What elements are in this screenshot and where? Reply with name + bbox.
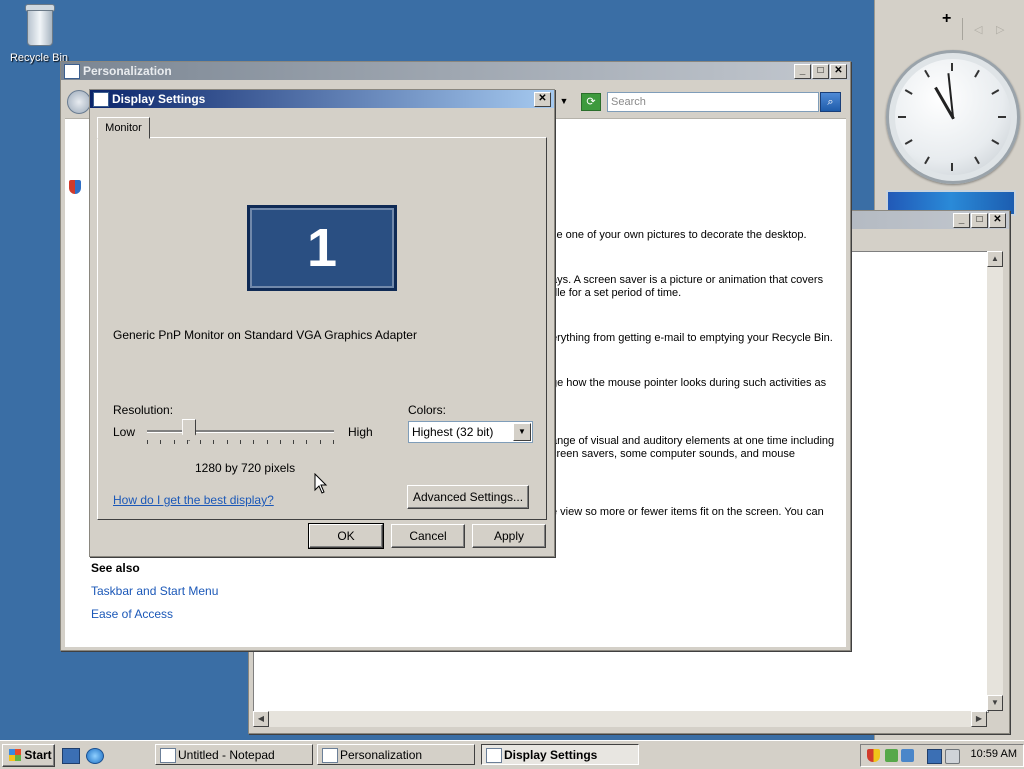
- see-also-heading: See also: [91, 561, 140, 575]
- scroll-down-arrow[interactable]: ▼: [987, 695, 1003, 711]
- minimize-button[interactable]: _: [953, 213, 970, 228]
- colors-dropdown[interactable]: Highest (32 bit) ▼: [408, 421, 533, 443]
- desktop-background-description: se one of your own pictures to decorate …: [551, 229, 807, 241]
- minimize-button[interactable]: _: [794, 64, 811, 79]
- display-icon: [486, 748, 502, 763]
- taskbar: Start Untitled - Notepad Personalization…: [0, 740, 1024, 769]
- task-label: Untitled - Notepad: [178, 748, 275, 762]
- dialog-title: Display Settings: [112, 92, 206, 106]
- next-gadget-button[interactable]: ▷: [996, 23, 1004, 36]
- resolution-value: 1280 by 720 pixels: [195, 461, 296, 475]
- best-display-help-link[interactable]: How do I get the best display?: [113, 493, 274, 507]
- refresh-icon[interactable]: ⟳: [581, 93, 601, 111]
- ease-of-access-link[interactable]: Ease of Access: [91, 607, 173, 621]
- taskbar-item-personalization[interactable]: Personalization: [317, 744, 475, 765]
- monitor-1-preview[interactable]: 1: [247, 205, 397, 291]
- close-button[interactable]: ✕: [534, 92, 551, 107]
- mouse-pointers-description: ge how the mouse pointer looks during su…: [551, 377, 827, 389]
- horizontal-scrollbar[interactable]: ◀ ▶: [253, 711, 987, 727]
- scroll-up-arrow[interactable]: ▲: [987, 251, 1003, 267]
- sidebar-header: + ◁ ▷: [874, 10, 1024, 50]
- apply-button[interactable]: Apply: [472, 524, 546, 548]
- ok-button[interactable]: OK: [308, 523, 384, 549]
- tab-monitor[interactable]: Monitor: [97, 117, 150, 139]
- advanced-settings-button[interactable]: Advanced Settings...: [407, 485, 529, 509]
- network-connection-icon[interactable]: [927, 749, 942, 764]
- theme-description: ange of visual and auditory elements at …: [551, 435, 835, 460]
- resolution-slider-ticks: [147, 440, 334, 444]
- search-input[interactable]: Search: [607, 92, 819, 112]
- cancel-button[interactable]: Cancel: [391, 524, 465, 548]
- resolution-high-label: High: [348, 425, 373, 439]
- vertical-scrollbar[interactable]: ▲ ▼: [987, 251, 1003, 711]
- colors-selected-value: Highest (32 bit): [412, 425, 494, 439]
- taskbar-clock[interactable]: 10:59 AM: [971, 748, 1017, 760]
- sounds-description: erything from getting e-mail to emptying…: [551, 332, 833, 344]
- scroll-left-arrow[interactable]: ◀: [253, 711, 269, 727]
- back-button[interactable]: [67, 90, 91, 114]
- network-status-icon[interactable]: [901, 749, 914, 762]
- internet-explorer-icon[interactable]: [86, 748, 104, 764]
- window-title: Personalization: [83, 64, 172, 78]
- close-button[interactable]: ✕: [989, 213, 1006, 228]
- system-tray: 10:59 AM: [860, 744, 1024, 767]
- windows-logo-icon: [9, 749, 22, 761]
- task-label: Personalization: [340, 748, 423, 762]
- previous-gadget-button[interactable]: ◁: [974, 23, 982, 36]
- control-panel-icon: [322, 748, 338, 763]
- clock-gadget[interactable]: [886, 50, 1020, 184]
- personalization-titlebar[interactable]: Personalization _ □ ✕: [61, 62, 850, 80]
- recycle-bin-icon: [22, 2, 56, 46]
- security-shield-icon: [69, 180, 81, 194]
- notepad-icon: [160, 748, 176, 763]
- resolution-slider-track[interactable]: [147, 430, 334, 433]
- resolution-low-label: Low: [113, 425, 136, 439]
- security-center-icon[interactable]: [885, 749, 898, 762]
- show-desktop-icon[interactable]: [62, 748, 80, 764]
- start-label: Start: [24, 748, 52, 762]
- volume-muted-icon[interactable]: [945, 749, 960, 764]
- chevron-down-icon[interactable]: ▼: [513, 423, 531, 441]
- resolution-label: Resolution:: [113, 403, 174, 417]
- monitor-description: Generic PnP Monitor on Standard VGA Grap…: [113, 328, 417, 342]
- task-label: Display Settings: [504, 748, 598, 762]
- add-gadget-button[interactable]: +: [942, 10, 951, 28]
- security-alert-icon[interactable]: [867, 749, 880, 762]
- search-icon[interactable]: ⌕: [820, 92, 841, 112]
- start-button[interactable]: Start: [2, 744, 55, 767]
- colors-label: Colors:: [408, 403, 447, 417]
- control-panel-icon: [64, 64, 80, 79]
- taskbar-item-notepad[interactable]: Untitled - Notepad: [155, 744, 313, 765]
- display-settings-titlebar[interactable]: Display Settings ✕: [90, 90, 554, 108]
- maximize-button[interactable]: □: [971, 213, 988, 228]
- maximize-button[interactable]: □: [812, 64, 829, 79]
- taskbar-item-display-settings[interactable]: Display Settings: [481, 744, 639, 765]
- display-settings-description: e view so more or fewer items fit on the…: [551, 506, 824, 518]
- mouse-cursor-icon: [314, 473, 328, 494]
- taskbar-start-menu-link[interactable]: Taskbar and Start Menu: [91, 584, 218, 598]
- close-button[interactable]: ✕: [830, 64, 847, 79]
- recycle-bin-desktop-icon[interactable]: Recycle Bin: [6, 2, 72, 64]
- display-icon: [93, 92, 109, 107]
- screen-saver-description: ays. A screen saver is a picture or anim…: [551, 274, 824, 299]
- sidebar-divider: [962, 18, 963, 40]
- address-dropdown-arrow[interactable]: ▼: [557, 94, 571, 108]
- scroll-right-arrow[interactable]: ▶: [971, 711, 987, 727]
